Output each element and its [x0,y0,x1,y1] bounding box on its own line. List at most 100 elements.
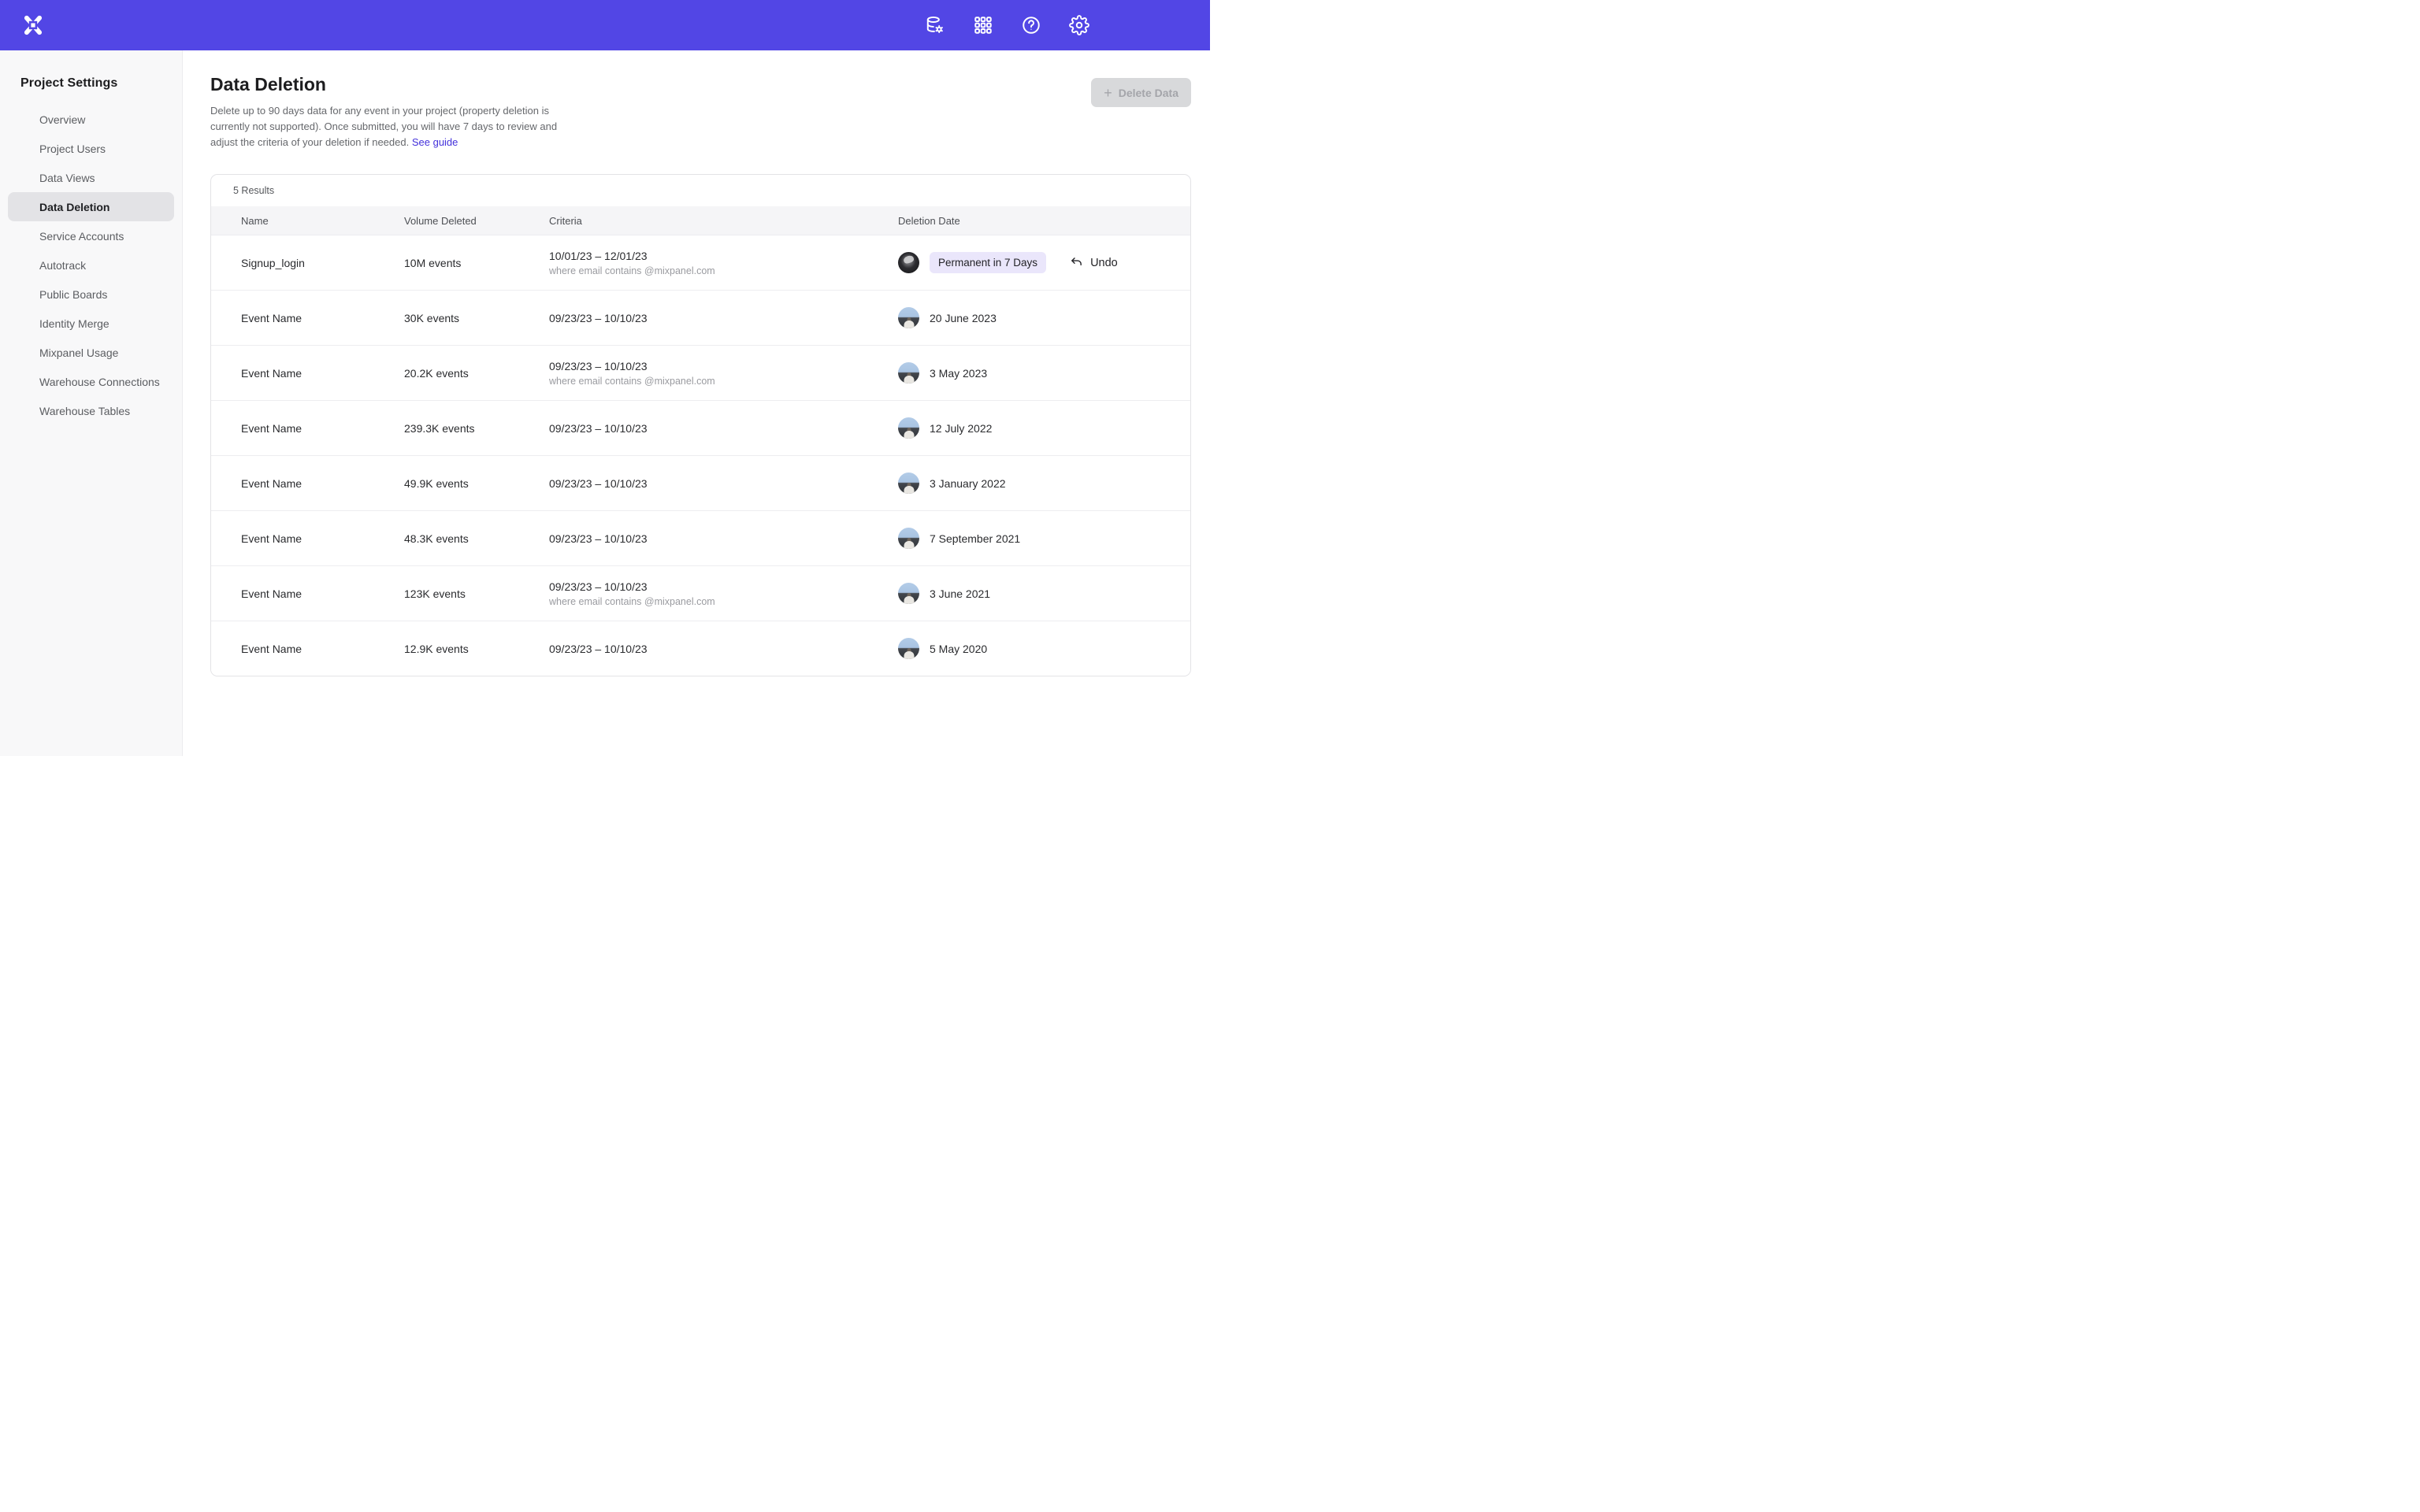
sidebar-item-public-boards[interactable]: Public Boards [8,280,174,309]
data-management-icon[interactable] [924,14,946,36]
table-row: Signup_login 10M events 10/01/23 – 12/01… [211,235,1190,290]
row-criteria-range: 09/23/23 – 10/10/23 [549,422,898,435]
row-deletion-cell: 20 June 2023 [898,307,1190,328]
row-criteria-cell: 09/23/23 – 10/10/23 [549,643,898,655]
sidebar-item-autotrack[interactable]: Autotrack [8,250,174,280]
sidebar-title: Project Settings [0,50,182,91]
row-volume-cell: 123K events [404,587,549,600]
sidebar: Project Settings Overview Project Users … [0,50,183,756]
deletion-date: 5 May 2020 [930,643,987,655]
table-row: Event Name 20.2K events 09/23/23 – 10/10… [211,345,1190,400]
row-name-cell: Event Name [211,587,404,600]
table-body: Signup_login 10M events 10/01/23 – 12/01… [211,235,1190,676]
sidebar-item-label: Project Users [39,143,106,155]
sidebar-item-identity-merge[interactable]: Identity Merge [8,309,174,338]
row-criteria-range: 09/23/23 – 10/10/23 [549,360,898,372]
table-row: Event Name 12.9K events 09/23/23 – 10/10… [211,621,1190,676]
main-content: Data Deletion Delete up to 90 days data … [183,50,1210,756]
table-header-row: Name Volume Deleted Criteria Deletion Da… [211,206,1190,235]
apps-grid-icon[interactable] [972,14,994,36]
row-criteria-cell: 09/23/23 – 10/10/23 [549,422,898,435]
row-volume-cell: 239.3K events [404,422,549,435]
column-header-name: Name [211,215,404,227]
row-name-cell: Event Name [211,532,404,545]
user-avatar [898,307,919,328]
undo-button[interactable]: Undo [1070,256,1118,269]
row-criteria-range: 09/23/23 – 10/10/23 [549,532,898,545]
sidebar-item-data-deletion[interactable]: Data Deletion [8,192,174,221]
sidebar-item-label: Data Views [39,172,95,184]
delete-data-button[interactable]: + Delete Data [1091,78,1191,107]
row-criteria-range: 10/01/23 – 12/01/23 [549,250,898,262]
row-name-cell: Event Name [211,367,404,380]
row-deletion-cell: 12 July 2022 [898,417,1190,439]
user-avatar [898,583,919,604]
row-volume-cell: 10M events [404,257,549,269]
sidebar-item-label: Public Boards [39,288,107,301]
row-name-cell: Event Name [211,477,404,490]
row-criteria-range: 09/23/23 – 10/10/23 [549,477,898,490]
sidebar-item-project-users[interactable]: Project Users [8,134,174,163]
table-row: Event Name 49.9K events 09/23/23 – 10/10… [211,455,1190,510]
deletion-table-card: 5 Results Name Volume Deleted Criteria D… [210,174,1191,676]
row-volume-cell: 12.9K events [404,643,549,655]
row-deletion-cell: 3 May 2023 [898,362,1190,384]
column-header-volume: Volume Deleted [404,215,549,227]
sidebar-item-warehouse-connections[interactable]: Warehouse Connections [8,367,174,396]
sidebar-item-label: Warehouse Tables [39,405,130,417]
page-title: Data Deletion [210,74,1191,95]
sidebar-item-mixpanel-usage[interactable]: Mixpanel Usage [8,338,174,367]
row-criteria-filter: where email contains @mixpanel.com [549,596,898,607]
row-name-cell: Event Name [211,643,404,655]
status-badge: Permanent in 7 Days [930,252,1046,273]
user-avatar [898,252,919,273]
row-criteria-cell: 09/23/23 – 10/10/23 [549,532,898,545]
row-volume-cell: 48.3K events [404,532,549,545]
topbar-icons [924,0,1090,50]
row-name-cell: Event Name [211,422,404,435]
row-criteria-filter: where email contains @mixpanel.com [549,265,898,276]
row-deletion-cell: 3 January 2022 [898,472,1190,494]
table-row: Event Name 48.3K events 09/23/23 – 10/10… [211,510,1190,565]
see-guide-link[interactable]: See guide [412,136,458,148]
deletion-date: 3 June 2021 [930,587,990,600]
row-volume-cell: 20.2K events [404,367,549,380]
user-avatar [898,638,919,659]
table-row: Event Name 30K events 09/23/23 – 10/10/2… [211,290,1190,345]
sidebar-item-label: Identity Merge [39,317,109,330]
user-avatar [898,472,919,494]
row-name-cell: Event Name [211,312,404,324]
row-deletion-cell: Permanent in 7 Days Undo [898,252,1190,273]
row-volume-cell: 30K events [404,312,549,324]
table-row: Event Name 239.3K events 09/23/23 – 10/1… [211,400,1190,455]
sidebar-item-data-views[interactable]: Data Views [8,163,174,192]
sidebar-item-service-accounts[interactable]: Service Accounts [8,221,174,250]
row-criteria-cell: 10/01/23 – 12/01/23 where email contains… [549,250,898,276]
settings-gear-icon[interactable] [1068,14,1090,36]
plus-icon: + [1104,86,1112,100]
sidebar-item-label: Data Deletion [39,201,109,213]
mixpanel-logo[interactable] [22,14,44,36]
row-criteria-range: 09/23/23 – 10/10/23 [549,580,898,593]
deletion-date: 3 January 2022 [930,477,1006,490]
sidebar-item-label: Autotrack [39,259,86,272]
column-header-criteria: Criteria [549,215,898,227]
deletion-date: 12 July 2022 [930,422,992,435]
table-row: Event Name 123K events 09/23/23 – 10/10/… [211,565,1190,621]
user-avatar [898,417,919,439]
help-icon[interactable] [1020,14,1042,36]
sidebar-item-overview[interactable]: Overview [8,105,174,134]
column-header-deletion-date: Deletion Date [898,215,1190,227]
undo-label: Undo [1090,257,1118,269]
deletion-date: 20 June 2023 [930,312,997,324]
row-volume-cell: 49.9K events [404,477,549,490]
sidebar-item-label: Service Accounts [39,230,124,243]
sidebar-item-warehouse-tables[interactable]: Warehouse Tables [8,396,174,425]
delete-data-label: Delete Data [1119,87,1178,99]
sidebar-item-label: Mixpanel Usage [39,346,118,359]
sidebar-item-label: Warehouse Connections [39,376,160,388]
user-avatar [898,528,919,549]
row-criteria-cell: 09/23/23 – 10/10/23 [549,312,898,324]
row-criteria-cell: 09/23/23 – 10/10/23 where email contains… [549,580,898,607]
page-description: Delete up to 90 days data for any event … [210,103,571,150]
